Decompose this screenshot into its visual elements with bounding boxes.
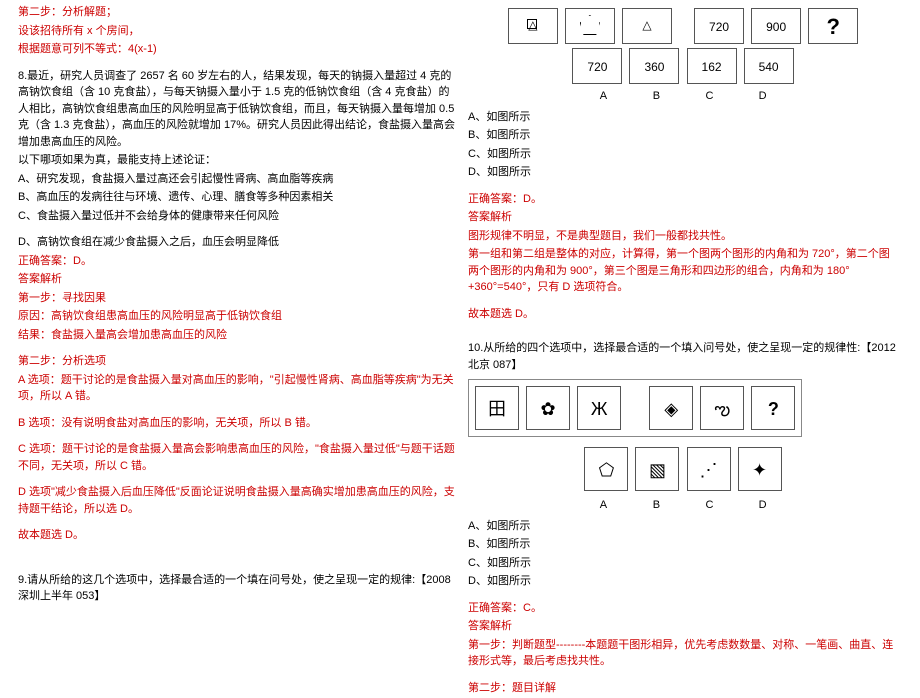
step2-header: 第二步：分析解题； bbox=[18, 4, 458, 21]
q9-opt-a: A、如图所示 bbox=[468, 109, 898, 126]
q10-img-swirl-icon: ఌ bbox=[700, 386, 744, 430]
q8-exp-c: C 选项：题干讨论的是食盐摄入量高会影响患高血压的风险，"食盐摄入量过低"与题干… bbox=[18, 441, 458, 474]
q9-answer: 正确答案：D。 bbox=[468, 191, 898, 208]
q8-exp-a: A 选项：题干讨论的是食盐摄入量对高血压的影响，"引起慢性肾病、高血脂等疾病"为… bbox=[18, 372, 458, 405]
q10-opt-c: C、如图所示 bbox=[468, 555, 898, 572]
q10-label-b: B bbox=[631, 497, 681, 514]
q9-opt-c: C、如图所示 bbox=[468, 146, 898, 163]
q8-opt-d: D、高钠饮食组在减少食盐摄入之后，血压会明显降低 bbox=[18, 234, 458, 251]
q8-exp-b: B 选项：没有说明食盐对高血压的影响，无关项，所以 B 错。 bbox=[18, 415, 458, 432]
q8-opt-b: B、高血压的发病往往与环境、遗传、心理、膳食等多种因素相关 bbox=[18, 189, 458, 206]
step2-line2: 根据题意可列不等式：4(x-1) bbox=[18, 41, 458, 58]
q10-figure-row2: ⬠ ▧ ⋰ ✦ bbox=[468, 445, 898, 493]
q9-jiexi-label: 答案解析 bbox=[468, 209, 898, 226]
q9-stem: 9.请从所给的这几个选项中，选择最合适的一个填在问号处，使之呈现一定的规律:【2… bbox=[18, 572, 458, 605]
q10-label-c: C bbox=[685, 497, 735, 514]
q9-figure-row2: 720 360 162 540 bbox=[468, 48, 898, 84]
label-a: A bbox=[578, 88, 628, 105]
q10-img-diamond-icon: ◈ bbox=[649, 386, 693, 430]
q10-figure-row1: 田 ✿ Ж ◈ ఌ ? bbox=[468, 379, 802, 437]
q8-cause: 原因：高钠饮食组患高血压的风险明显高于低钠饮食组 bbox=[18, 308, 458, 325]
choice-d-cell: 540 bbox=[744, 48, 794, 84]
q8-result: 结果：食盐摄入量高会增加患高血压的风险 bbox=[18, 327, 458, 344]
q10-stem: 10.从所给的四个选项中，选择最合适的一个填入问号处，使之呈现一定的规律性:【2… bbox=[468, 340, 898, 373]
q8-stem: 8.最近，研究人员调查了 2657 名 60 岁左右的人，结果发现，每天的钠摄入… bbox=[18, 68, 458, 151]
q8-answer: 正确答案：D。 bbox=[18, 253, 458, 270]
q10-opt-b: B、如图所示 bbox=[468, 536, 898, 553]
q9-opt-d: D、如图所示 bbox=[468, 164, 898, 181]
q9-so: 故本题选 D。 bbox=[468, 306, 898, 323]
q8-opt-c: C、食盐摄入量过低并不会给身体的健康带来任何风险 bbox=[18, 208, 458, 225]
q10-img-grid-icon: 田 bbox=[475, 386, 519, 430]
question-mark-icon: ? bbox=[808, 8, 858, 44]
q10-choice-b-icon: ▧ bbox=[635, 447, 679, 491]
q8-exp-d: D 选项"减少食盐摄入后血压降低"反面论证说明食盐摄入量高确实增加患高血压的风险… bbox=[18, 484, 458, 517]
num-900: 900 bbox=[751, 8, 801, 44]
label-c: C bbox=[685, 88, 735, 105]
q10-img-fan-icon: ✿ bbox=[526, 386, 570, 430]
q10-exp2: 第二步：题目详解 bbox=[468, 680, 898, 697]
q10-choice-c-icon: ⋰ bbox=[687, 447, 731, 491]
q10-opt-a: A、如图所示 bbox=[468, 518, 898, 535]
q10-choice-d-icon: ✦ bbox=[738, 447, 782, 491]
q8-step2-head: 第二步：分析选项 bbox=[18, 353, 458, 370]
q10-label-d: D bbox=[738, 497, 788, 514]
q10-opt-d: D、如图所示 bbox=[468, 573, 898, 590]
label-b: B bbox=[631, 88, 681, 105]
q8-so: 故本题选 D。 bbox=[18, 527, 458, 544]
label-d: D bbox=[738, 88, 788, 105]
q10-jiexi-label: 答案解析 bbox=[468, 618, 898, 635]
q9-figure-row1: △ △ 720 900 ? bbox=[468, 8, 898, 44]
shape-pentagon-pentagon-icon bbox=[565, 8, 615, 44]
q10-img-question-icon: ? bbox=[751, 386, 795, 430]
shape-triangle-square2-icon: △ bbox=[622, 8, 672, 44]
q10-answer: 正确答案：C。 bbox=[468, 600, 898, 617]
q10-exp1: 第一步：判断题型--------本题题干图形相异，优先考虑数数量、对称、一笔画、… bbox=[468, 637, 898, 670]
choice-c-cell: 162 bbox=[687, 48, 737, 84]
q9-exp2: 第一组和第二组是整体的对应，计算得，第一个图两个图形的内角和为 720°，第二个… bbox=[468, 246, 898, 296]
num-720: 720 bbox=[694, 8, 744, 44]
q8-opt-a: A、研究发现，食盐摄入量过高还会引起慢性肾病、高血脂等疾病 bbox=[18, 171, 458, 188]
q9-choice-labels: A B C D bbox=[468, 88, 898, 105]
q9-exp1: 图形规律不明显，不是典型题目，我们一般都找共性。 bbox=[468, 228, 898, 245]
q8-step1: 第一步：寻找因果 bbox=[18, 290, 458, 307]
q10-choice-labels: A B C D bbox=[468, 497, 898, 514]
q9-opt-b: B、如图所示 bbox=[468, 127, 898, 144]
choice-b-cell: 360 bbox=[629, 48, 679, 84]
shape-triangle-square-icon: △ bbox=[508, 8, 558, 44]
q10-label-a: A bbox=[578, 497, 628, 514]
step2-line1: 设该招待所有 x 个房间， bbox=[18, 23, 458, 40]
choice-a-cell: 720 bbox=[572, 48, 622, 84]
q10-img-butterfly-icon: Ж bbox=[577, 386, 621, 430]
q8-stem2: 以下哪项如果为真，最能支持上述论证： bbox=[18, 152, 458, 169]
q8-jiexi-label: 答案解析 bbox=[18, 271, 458, 288]
q10-choice-a-icon: ⬠ bbox=[584, 447, 628, 491]
